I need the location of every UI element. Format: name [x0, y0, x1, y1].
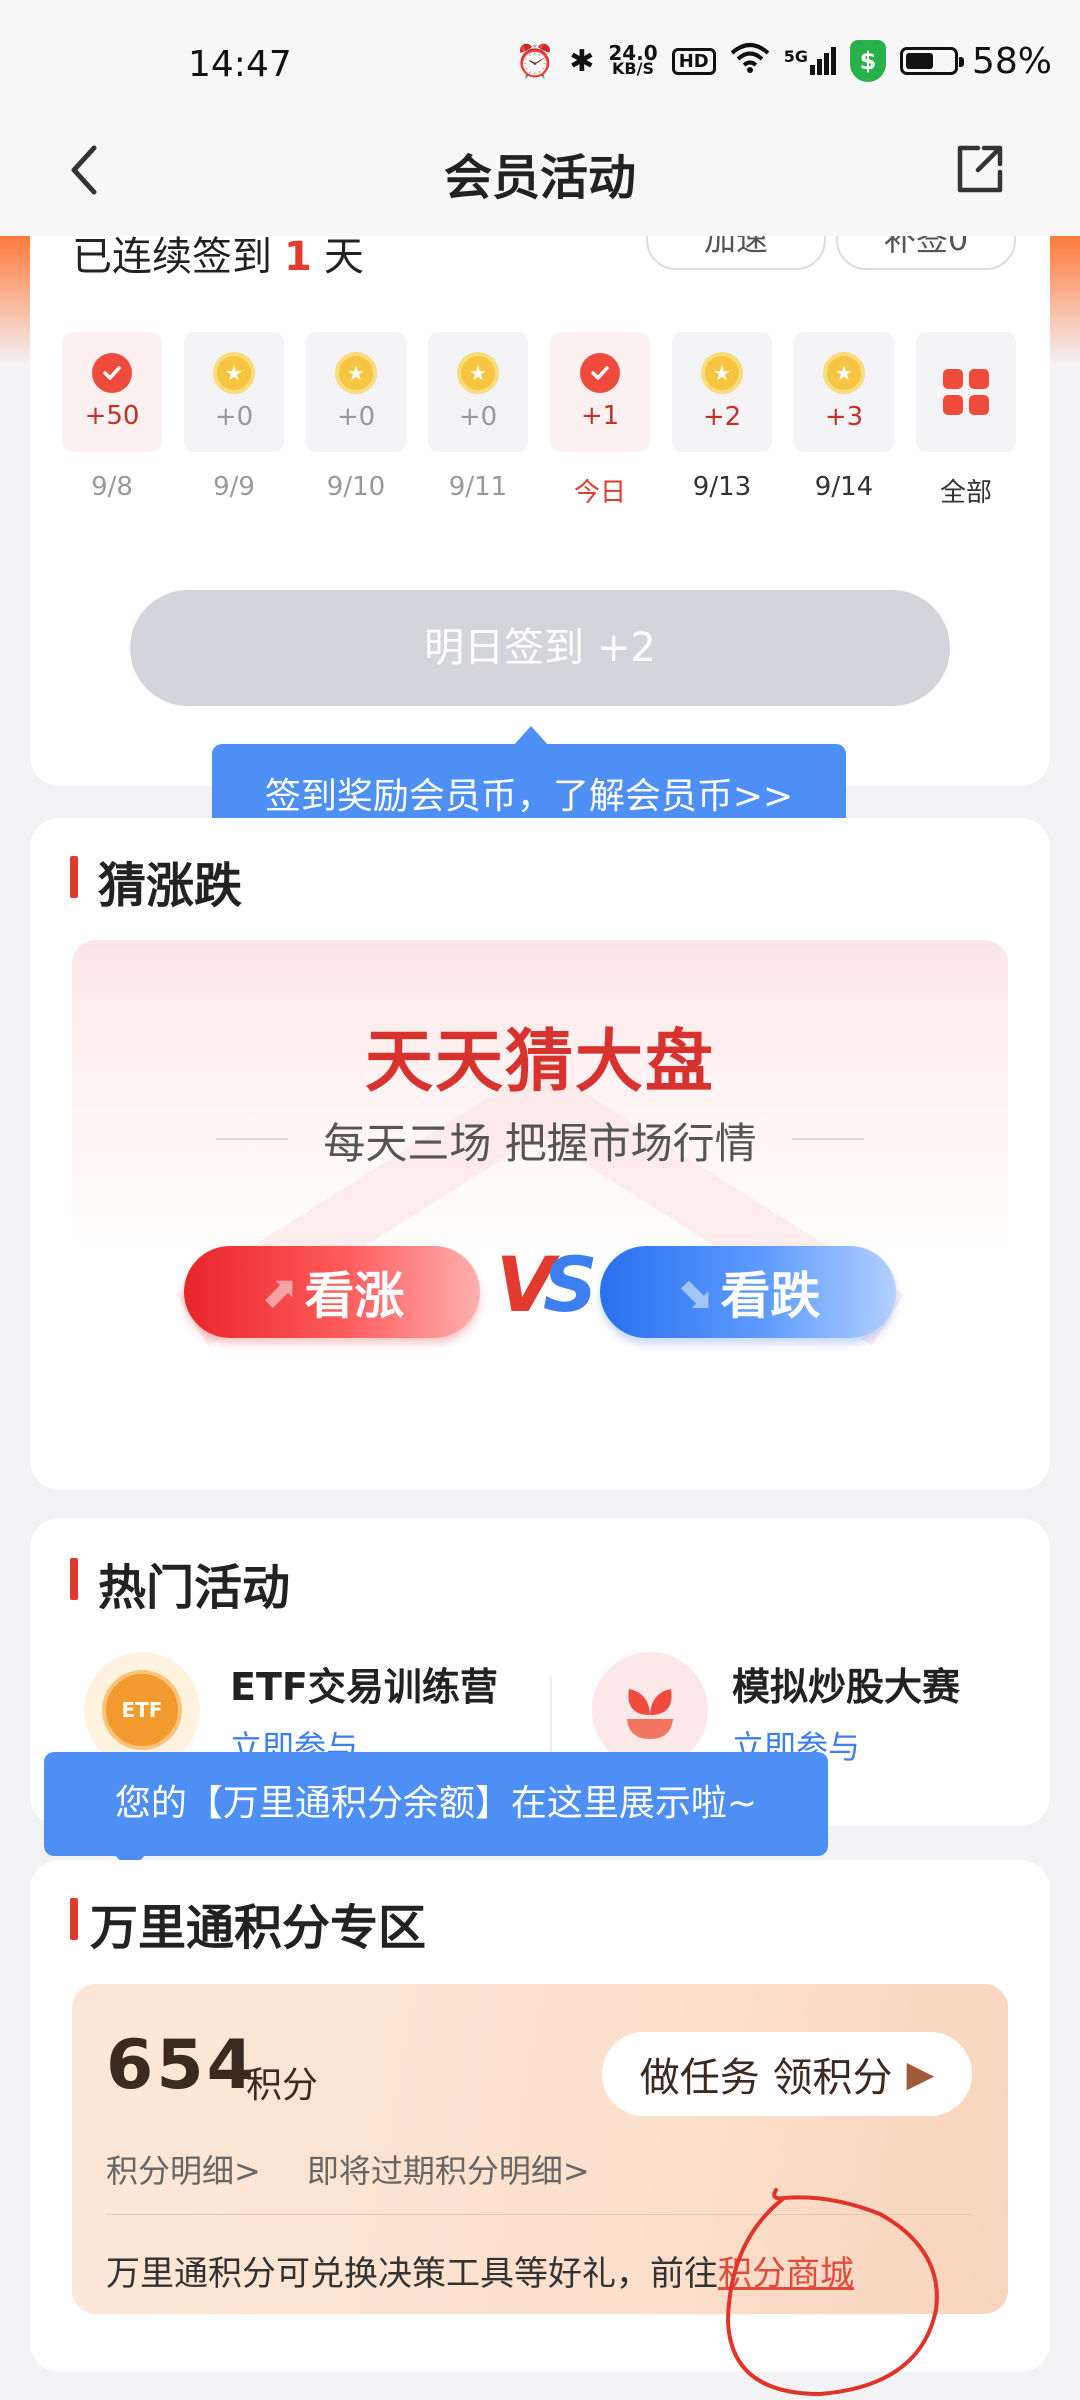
security-shield-icon: $ — [849, 40, 886, 82]
day-box: +50 — [62, 332, 162, 452]
fall-label: 看跌 — [720, 1267, 821, 1325]
up-arrow-icon: ⬈ — [259, 1266, 297, 1318]
day-date: 今日 — [573, 478, 626, 508]
net-speed-unit: KB/S — [612, 59, 654, 78]
down-arrow-icon: ⬊ — [675, 1266, 713, 1318]
points-balance-tooltip[interactable]: 您的【万里通积分余额】在这里展示啦~ — [44, 1752, 828, 1856]
medal-icon-badge: ETF — [102, 1670, 182, 1750]
signal-5g-icon: 5G — [784, 47, 836, 75]
coin-icon: ★ — [701, 352, 743, 394]
day-amount: +0 — [214, 402, 254, 432]
checkin-day: ★ +2 9/13 — [672, 332, 772, 509]
rise-label: 看涨 — [304, 1267, 405, 1325]
day-box: +1 — [550, 332, 650, 452]
points-amount: 654 — [106, 2026, 257, 2105]
day-amount: +2 — [702, 402, 742, 432]
page-title: 会员活动 — [443, 150, 636, 206]
day-box: ★ +0 — [428, 332, 528, 452]
day-date: 9/9 — [213, 472, 255, 502]
header-decoration-left — [0, 236, 30, 366]
vs-label: VS — [496, 1240, 598, 1329]
day-date: 9/11 — [448, 472, 508, 502]
medal-icon-text: ETF — [121, 1698, 163, 1722]
checkin-day: ★ +0 9/10 — [306, 332, 406, 509]
streak-suffix: 天 — [323, 234, 364, 280]
day-amount: +0 — [336, 402, 376, 432]
day-box: ★ +2 — [672, 332, 772, 452]
checkin-button[interactable]: 明日签到 +2 — [130, 590, 950, 706]
vs-s: S — [542, 1240, 598, 1329]
checkin-day: +50 9/8 — [62, 332, 162, 509]
chevron-right-icon: ▶ — [906, 2053, 935, 2095]
coin-icon: ★ — [213, 352, 255, 394]
battery-icon — [899, 47, 964, 75]
checkin-day: ★ +3 9/14 — [794, 332, 894, 509]
header-decoration-right — [1050, 236, 1080, 366]
checkin-all-button[interactable]: 全部 — [916, 332, 1016, 509]
battery-percent: 58% — [971, 40, 1052, 82]
status-icons: ⏰ ✱ 24.0 KB/S HD 5G $ 58% — [515, 40, 1052, 82]
day-box: ★ +0 — [306, 332, 406, 452]
check-icon — [92, 353, 132, 393]
points-footer-text: 万里通积分可兑换决策工具等好礼，前往 — [106, 2254, 718, 2294]
day-amount: +0 — [458, 402, 498, 432]
guess-banner-subtitle: 每天三场 把握市场行情 — [323, 1119, 757, 1168]
earn-points-button[interactable]: 做任务 领积分 ▶ — [602, 2032, 972, 2116]
coin-icon: ★ — [457, 352, 499, 394]
activity-name: 模拟炒股大赛 — [732, 1665, 961, 1709]
day-date: 9/8 — [91, 472, 133, 502]
bluetooth-icon: ✱ — [569, 43, 595, 79]
checkin-day-today: +1 今日 — [550, 332, 650, 509]
section-marker — [70, 856, 78, 898]
section-title-points: 万里通积分专区 — [90, 1900, 427, 1956]
medal-icon: ETF — [84, 1652, 200, 1768]
day-amount: +50 — [84, 401, 140, 431]
coin-icon: ★ — [335, 352, 377, 394]
checkin-days: +50 9/8 ★ +0 9/9 ★ +0 9/10 ★ +0 9/11 +1 … — [62, 332, 1016, 509]
day-amount: +1 — [580, 401, 620, 431]
day-date: 9/10 — [326, 472, 386, 502]
day-date: 9/13 — [692, 472, 752, 502]
section-title-hot: 热门活动 — [98, 1560, 291, 1616]
all-label: 全部 — [939, 478, 992, 508]
expiring-points-link[interactable]: 即将过期积分明细> — [307, 2146, 590, 2192]
guess-banner-title: 天天猜大盘 — [364, 1023, 715, 1102]
check-icon — [580, 353, 620, 393]
hd-icon: HD — [671, 47, 716, 75]
fall-button[interactable]: ⬊ 看跌 — [600, 1246, 896, 1338]
alarm-icon: ⏰ — [515, 42, 556, 80]
day-date: 9/14 — [814, 472, 874, 502]
wifi-icon — [730, 41, 770, 81]
grid-icon — [943, 369, 989, 415]
points-detail-link[interactable]: 积分明细> — [106, 2146, 261, 2192]
battery-level — [905, 53, 933, 69]
sprout-icon — [592, 1652, 708, 1768]
checkin-day: ★ +0 9/9 — [184, 332, 284, 509]
points-links: 积分明细> 即将过期积分明细> — [106, 2146, 590, 2192]
signal-5g-label: 5G — [783, 47, 808, 66]
share-icon — [957, 145, 1003, 193]
checkin-day: ★ +0 9/11 — [428, 332, 528, 509]
rise-button[interactable]: ⬈ 看涨 — [184, 1246, 480, 1338]
tooltip-arrow — [513, 726, 549, 746]
share-button[interactable] — [950, 140, 1010, 200]
day-box: ★ +0 — [184, 332, 284, 452]
day-box — [916, 332, 1016, 452]
section-title-guess: 猜涨跌 — [98, 858, 243, 914]
red-circle-annotation — [725, 2188, 939, 2397]
earn-points-label: 做任务 领积分 — [639, 2055, 893, 2101]
streak-prefix: 已连续签到 — [72, 234, 272, 280]
section-marker — [70, 1558, 78, 1600]
activity-name: ETF交易训练营 — [230, 1665, 498, 1709]
net-speed: 24.0 KB/S — [608, 43, 657, 78]
day-box: ★ +3 — [794, 332, 894, 452]
coin-icon: ★ — [823, 352, 865, 394]
streak-days: 1 — [284, 234, 312, 280]
section-marker — [70, 1898, 78, 1940]
points-unit: 积分 — [246, 2065, 319, 2106]
status-time: 14:47 — [188, 44, 292, 85]
day-amount: +3 — [824, 402, 864, 432]
